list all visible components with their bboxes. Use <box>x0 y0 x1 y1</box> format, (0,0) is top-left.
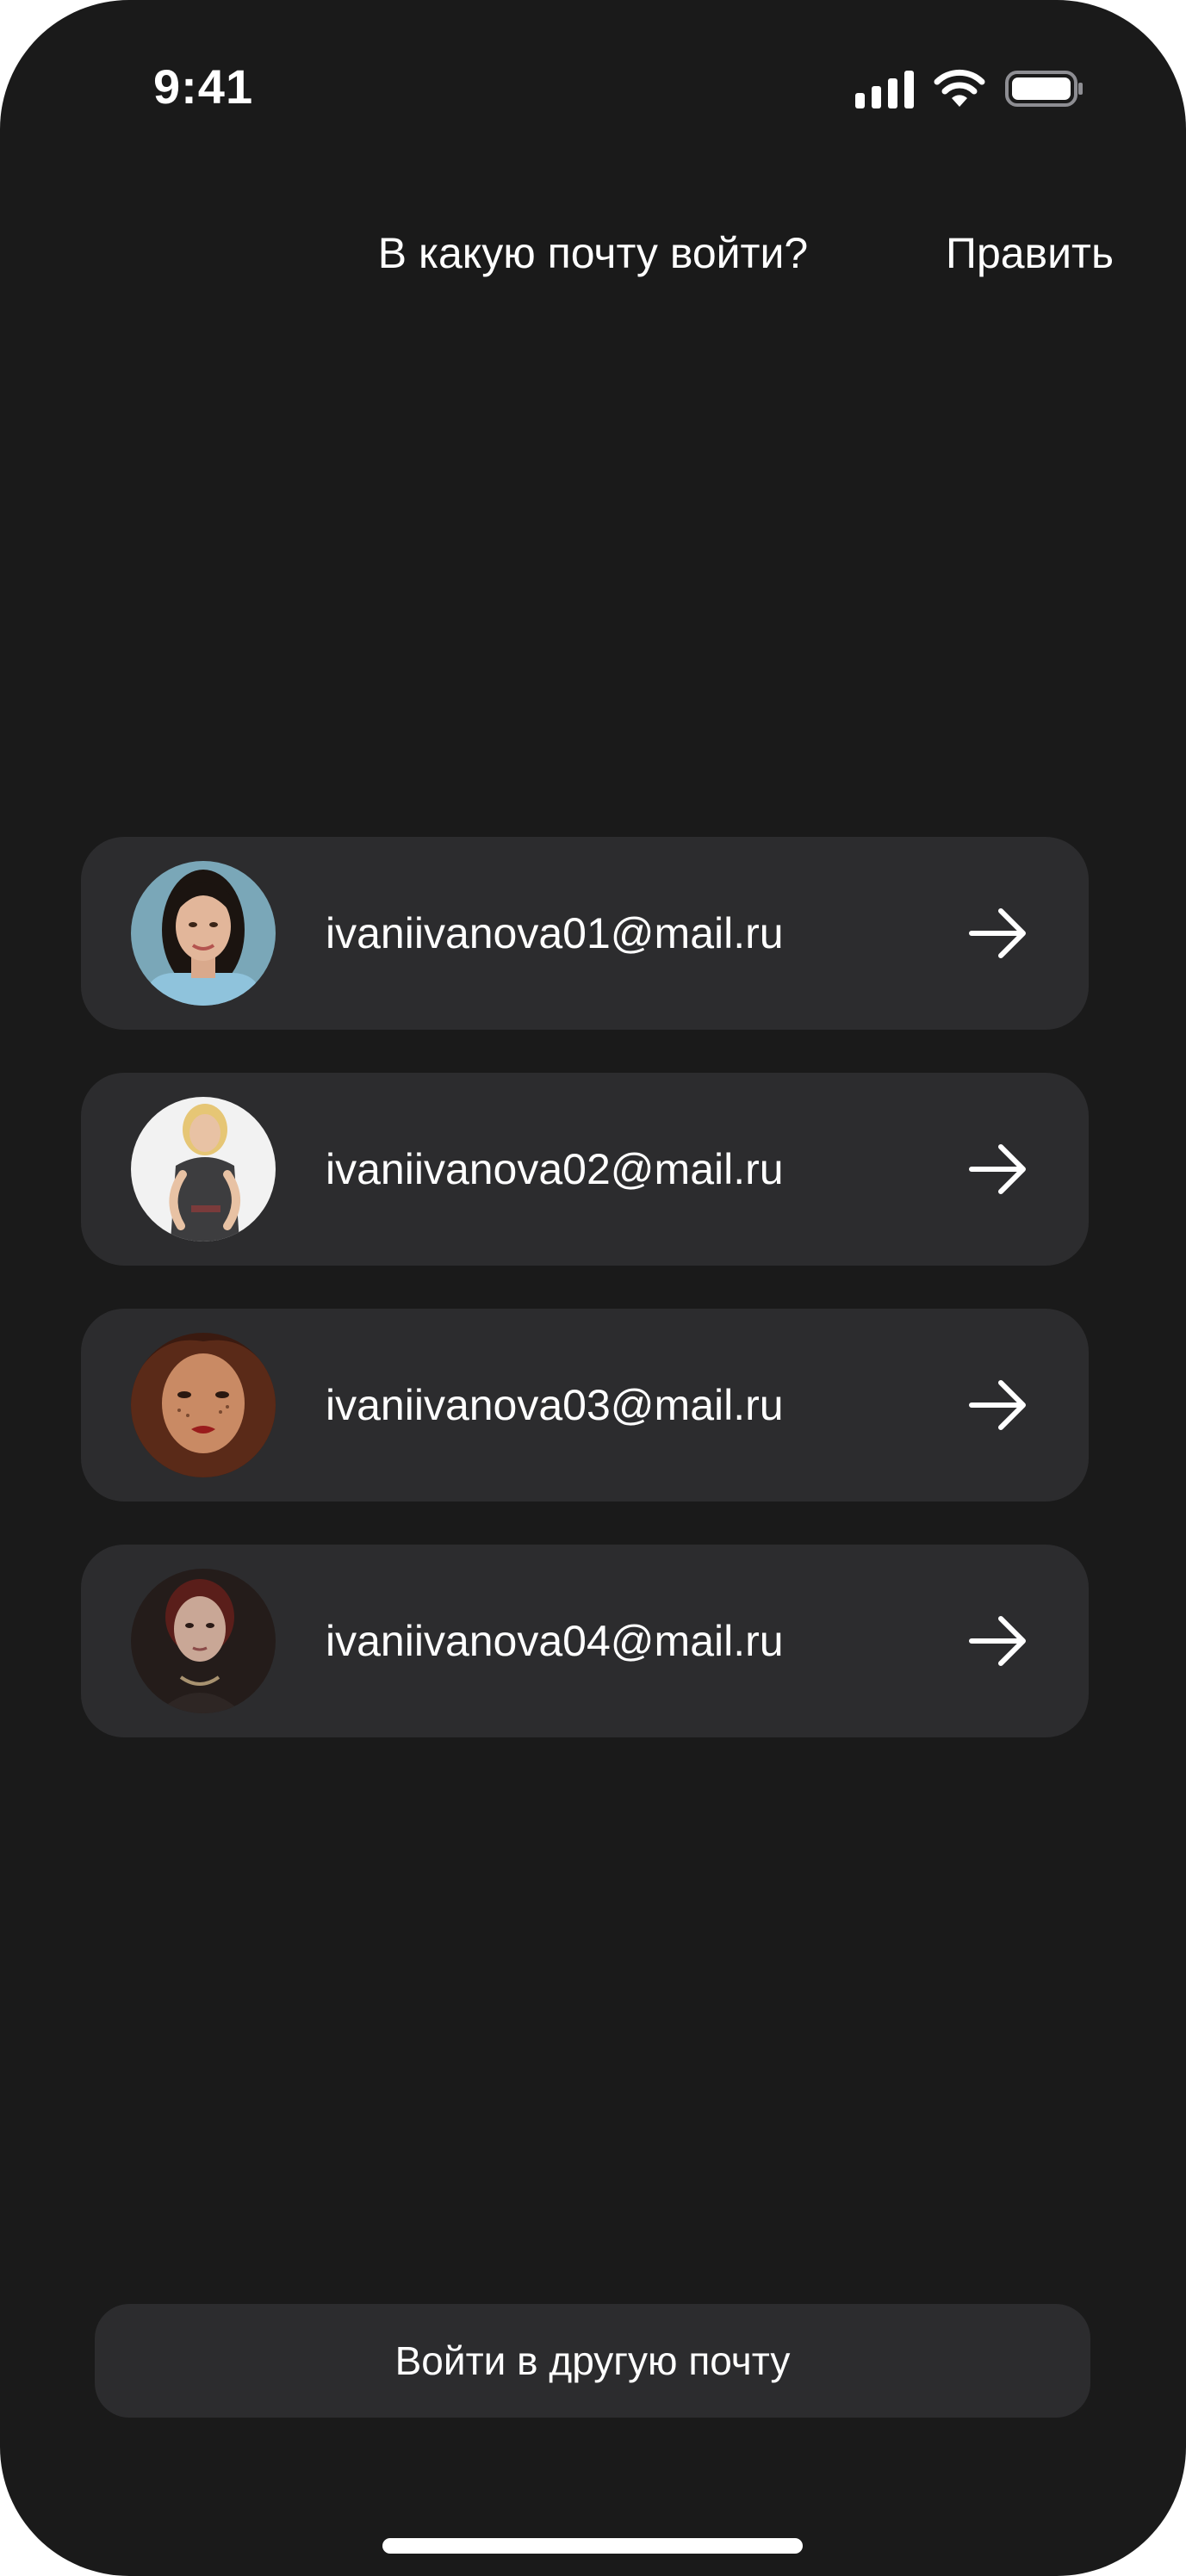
account-item[interactable]: ivaniivanova04@mail.ru <box>81 1545 1089 1737</box>
arrow-right-icon <box>968 906 1028 961</box>
avatar <box>131 1569 276 1713</box>
cellular-signal-icon <box>855 71 914 108</box>
phone-screen: 9:41 В какую почту войти? Править ivanii… <box>0 0 1186 2576</box>
account-item[interactable]: ivaniivanova01@mail.ru <box>81 837 1089 1030</box>
avatar-photo-2 <box>131 1097 276 1242</box>
account-item[interactable]: ivaniivanova02@mail.ru <box>81 1073 1089 1266</box>
arrow-right-icon <box>968 1613 1028 1669</box>
avatar <box>131 1097 276 1242</box>
account-email: ivaniivanova03@mail.ru <box>326 1381 784 1429</box>
page-title-text: В какую почту войти? <box>377 229 809 277</box>
status-time: 9:41 <box>153 59 254 114</box>
avatar <box>131 861 276 1006</box>
avatar-photo-4 <box>131 1569 276 1713</box>
battery-icon <box>1005 69 1084 108</box>
arrow-right-icon <box>968 1378 1028 1433</box>
wifi-icon <box>933 69 986 108</box>
avatar <box>131 1333 276 1477</box>
arrow-right-icon <box>968 1142 1028 1197</box>
account-email: ivaniivanova02@mail.ru <box>326 1145 784 1193</box>
status-icons <box>855 67 1084 108</box>
other-mail-button[interactable]: Войти в другую почту <box>95 2304 1090 2418</box>
account-list: ivaniivanova01@mail.ru ivaniivanova02@ma… <box>81 837 1089 1780</box>
account-item[interactable]: ivaniivanova03@mail.ru <box>81 1309 1089 1502</box>
account-email: ivaniivanova01@mail.ru <box>326 909 784 957</box>
avatar-photo-1 <box>131 861 276 1006</box>
home-indicator[interactable] <box>382 2538 803 2554</box>
avatar-photo-3 <box>131 1333 276 1477</box>
edit-button[interactable]: Править <box>946 226 1114 281</box>
account-email: ivaniivanova04@mail.ru <box>326 1617 784 1665</box>
